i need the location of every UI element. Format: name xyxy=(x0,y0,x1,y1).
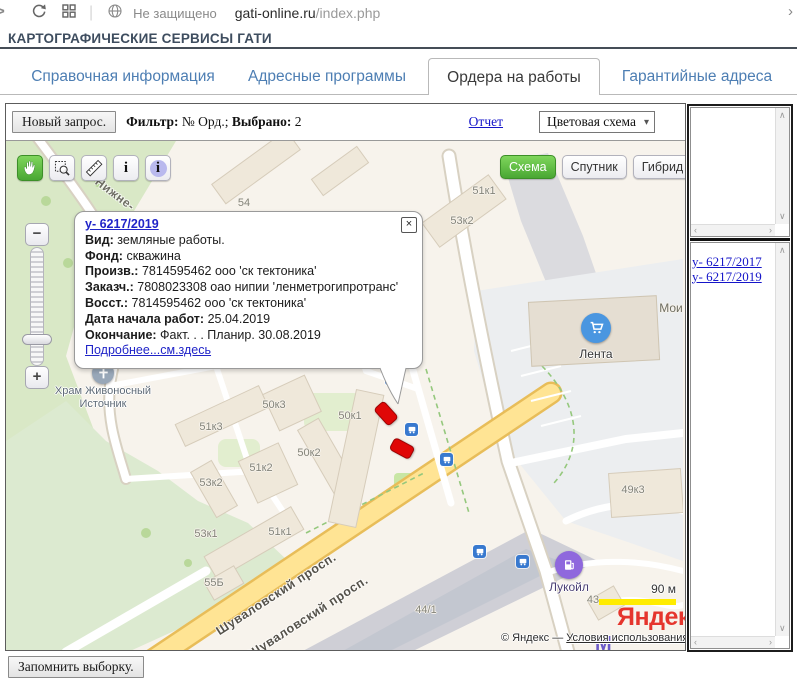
ruler-tool-button[interactable] xyxy=(81,155,107,181)
building-label: 43 xyxy=(587,594,599,606)
yandex-map[interactable]: Нижне- Шуваловский просп. Шуваловский пр… xyxy=(6,140,685,650)
terms-link[interactable]: Условия использования xyxy=(566,632,685,644)
balloon-line: Фонд: скважина xyxy=(85,249,412,265)
building-label: 50к2 xyxy=(297,447,320,459)
balloon-line: Вид: земляные работы. xyxy=(85,233,412,249)
new-query-button[interactable]: Новый запрос. xyxy=(12,111,116,133)
color-scheme-select[interactable]: Цветовая схема ▾ xyxy=(539,111,655,133)
security-label: Не защищено xyxy=(133,6,217,21)
yandex-logo[interactable]: Яндекс xyxy=(617,603,685,632)
bus-stop-icon[interactable] xyxy=(516,555,529,568)
district-label: Мои xyxy=(659,301,683,315)
scroll-down-icon[interactable]: ∨ xyxy=(779,212,786,221)
page-title: КАРТОГРАФИЧЕСКИЕ СЕРВИСЫ ГАТИ xyxy=(8,31,272,46)
balloon-line: Произв.: 7814595462 ооо 'ск тектоника' xyxy=(85,264,412,280)
lenta-poi-label: Лента xyxy=(579,347,612,361)
browser-bar: > | Не защищено gati-online.ru/index.php… xyxy=(0,0,797,26)
map-type-satellite[interactable]: Спутник xyxy=(562,155,627,179)
building-label: 51к2 xyxy=(249,462,272,474)
chevron-down-icon: ▾ xyxy=(644,117,649,128)
color-scheme-value: Цветовая схема xyxy=(547,114,636,130)
map-panel: Новый запрос. Фильтр: № Орд.; Выбрано: 2… xyxy=(5,103,686,651)
building-label: 44/1 xyxy=(415,604,436,616)
remember-selection-button[interactable]: Запомнить выборку. xyxy=(8,656,144,678)
details-link[interactable]: Подробнее...см.здесь xyxy=(85,343,211,357)
building-label: 51к1 xyxy=(268,526,291,538)
reload-icon[interactable] xyxy=(30,2,47,24)
scroll-down-icon[interactable]: ∨ xyxy=(779,624,786,633)
balloon-line: Окончание: Факт. . . Планир. 30.08.2019 xyxy=(85,328,412,344)
balloon-line: Восст.: 7814595462 ооо 'ск тектоника' xyxy=(85,296,412,312)
chevron-right-icon[interactable]: › xyxy=(788,3,793,20)
lukoil-poi-icon[interactable] xyxy=(555,551,583,579)
horizontal-scrollbar[interactable]: ‹ › xyxy=(691,224,775,236)
vertical-scrollbar[interactable]: ∧ ∨ xyxy=(775,243,789,636)
url-host: gati-online.ru xyxy=(235,5,316,21)
title-rule xyxy=(0,47,797,49)
zoom-slider-handle[interactable] xyxy=(22,334,52,345)
scroll-left-icon[interactable]: ‹ xyxy=(694,638,697,647)
divider: | xyxy=(89,4,93,22)
vertical-scrollbar[interactable]: ∧ ∨ xyxy=(775,108,789,224)
building-label: 53к2 xyxy=(450,215,473,227)
info-tool-button[interactable]: i xyxy=(113,155,139,181)
tab-address-programs[interactable]: Адресные программы xyxy=(237,58,417,95)
sidebar-results-box: у- 6217/2017 у- 6217/2019 ∧ ∨ ‹ › xyxy=(690,242,790,649)
bus-stop-icon[interactable] xyxy=(473,545,486,558)
building-label: 55Б xyxy=(204,577,223,589)
url-path: /index.php xyxy=(316,5,381,21)
bus-stop-icon[interactable] xyxy=(440,453,453,466)
zoom-in-button[interactable]: + xyxy=(25,366,49,389)
scroll-up-icon[interactable]: ∧ xyxy=(779,111,786,120)
sidebar-divider xyxy=(690,238,790,241)
scroll-right-icon[interactable]: › xyxy=(769,226,772,235)
map-type-switcher: Схема Спутник Гибрид xyxy=(500,155,685,179)
results-sidebar: ∧ ∨ ‹ › у- 6217/2017 у- 6217/2019 ∧ ∨ ‹ … xyxy=(687,104,793,652)
panel-toolbar: Новый запрос. Фильтр: № Орд.; Выбрано: 2… xyxy=(6,104,685,140)
globe-icon xyxy=(107,3,123,24)
zoom-slider-track[interactable] xyxy=(30,247,44,366)
bus-stop-icon[interactable] xyxy=(405,423,418,436)
church-poi-label: Храм Живоносный Источник xyxy=(47,385,159,411)
tab-bar: Справочная информация Адресные программы… xyxy=(0,58,797,95)
building-label: 50к1 xyxy=(338,410,361,422)
scale-label: 90 м xyxy=(599,582,676,596)
balloon-line: Заказч.: 7808023308 оао нипии 'ленметрог… xyxy=(85,280,412,296)
building-label: 51к1 xyxy=(472,185,495,197)
report-link[interactable]: Отчет xyxy=(469,114,503,130)
app-window: > | Не защищено gati-online.ru/index.php… xyxy=(0,0,797,681)
map-copyright: © Яндекс — Условия использования xyxy=(501,632,685,644)
tab-reference-info[interactable]: Справочная информация xyxy=(22,58,224,95)
map-type-scheme[interactable]: Схема xyxy=(500,155,556,179)
info-alt-tool-button[interactable]: i xyxy=(145,155,171,181)
pan-tool-button[interactable] xyxy=(17,155,43,181)
forward-icon[interactable]: > xyxy=(0,3,5,20)
address-bar[interactable]: gati-online.ru/index.php xyxy=(235,5,381,21)
map-type-hybrid[interactable]: Гибрид xyxy=(633,155,685,179)
building-label: 53к1 xyxy=(194,528,217,540)
sidebar-top-box: ∧ ∨ ‹ › xyxy=(690,107,790,237)
scroll-right-icon[interactable]: › xyxy=(769,638,772,647)
horizontal-scrollbar[interactable]: ‹ › xyxy=(691,636,775,648)
zoom-out-button[interactable]: − xyxy=(25,223,49,246)
building-label: 53к2 xyxy=(199,477,222,489)
scroll-up-icon[interactable]: ∧ xyxy=(779,246,786,255)
filter-summary: Фильтр: № Орд.; Выбрано: 2 xyxy=(126,114,301,130)
order-balloon: у- 6217/2019 Вид: земляные работы. Фонд:… xyxy=(74,211,423,369)
building-label: 49к3 xyxy=(621,484,644,496)
scroll-left-icon[interactable]: ‹ xyxy=(694,226,697,235)
balloon-tail xyxy=(376,367,412,405)
building-label: 51к3 xyxy=(199,421,222,433)
balloon-close-button[interactable]: × xyxy=(401,217,417,233)
building-label: 50к3 xyxy=(262,399,285,411)
balloon-line: Дата начала работ: 25.04.2019 xyxy=(85,312,412,328)
building-label: 54 xyxy=(238,197,250,209)
order-link[interactable]: у- 6217/2019 xyxy=(85,217,159,231)
zoom-select-tool-button[interactable] xyxy=(49,155,75,181)
lukoil-poi-label: Лукойл xyxy=(549,580,589,594)
tab-work-orders[interactable]: Ордера на работы xyxy=(428,58,600,95)
apps-grid-icon[interactable] xyxy=(61,3,77,24)
lenta-poi-icon[interactable] xyxy=(581,313,611,343)
tab-warranty-addresses[interactable]: Гарантийные адреса xyxy=(608,58,786,95)
